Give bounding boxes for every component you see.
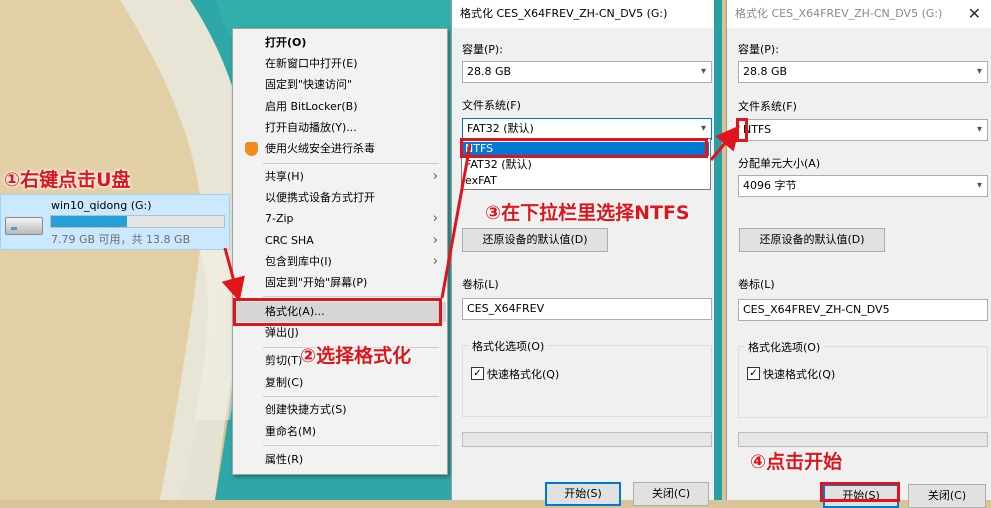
capacity-select[interactable]: 28.8 GB ▾ — [738, 61, 988, 83]
format-progress-bar — [462, 432, 712, 447]
quick-format-checkbox[interactable]: ✓ — [471, 367, 484, 380]
menu-item-properties[interactable]: 属性(R) — [234, 450, 446, 470]
chevron-right-icon: › — [432, 254, 438, 269]
chevron-right-icon: › — [432, 233, 438, 248]
drive-name: win10_qidong (G:) — [51, 199, 152, 212]
menu-item-share[interactable]: 共享(H) › — [234, 167, 446, 187]
format-dialog-2: 格式化 CES_X64FREV_ZH-CN_DV5 (G:) ✕ 容量(P): … — [726, 0, 991, 508]
volume-label-label: 卷标(L) — [462, 278, 499, 291]
capacity-select[interactable]: 28.8 GB ▾ — [462, 61, 712, 83]
volume-label-input[interactable]: CES_X64FREV_ZH-CN_DV5 — [738, 299, 988, 321]
filesystem-value: FAT32 (默认) — [467, 122, 534, 135]
dialog-title: 格式化 CES_X64FREV_ZH-CN_DV5 (G:) — [452, 0, 714, 28]
menu-item-pin-start[interactable]: 固定到"开始"屏幕(P) — [234, 273, 446, 293]
quick-format-label: 快速格式化(Q) — [487, 368, 560, 381]
format-dialog-1: 格式化 CES_X64FREV_ZH-CN_DV5 (G:) 容量(P): 28… — [451, 0, 714, 506]
menu-item-label: 7-Zip — [265, 212, 294, 225]
close-button[interactable]: 关闭(C) — [633, 482, 709, 506]
start-button[interactable]: 开始(S) — [545, 482, 621, 506]
group-title: 格式化选项(O) — [745, 339, 824, 355]
dialog-title-text: 格式化 CES_X64FREV_ZH-CN_DV5 (G:) — [735, 7, 943, 20]
drive-free-space: 7.79 GB 可用，共 13.8 GB — [51, 233, 191, 246]
highlight-ntfs-option — [460, 138, 708, 158]
allocation-unit-value: 4096 字节 — [743, 179, 797, 192]
group-title: 格式化选项(O) — [469, 338, 548, 354]
dialog-title: 格式化 CES_X64FREV_ZH-CN_DV5 (G:) ✕ — [727, 0, 991, 28]
menu-item-create-shortcut[interactable]: 创建快捷方式(S) — [234, 400, 446, 420]
chevron-down-icon: ▾ — [700, 123, 706, 134]
menu-item-label: CRC SHA — [265, 234, 314, 247]
usb-drive-tile[interactable]: win10_qidong (G:) 7.79 GB 可用，共 13.8 GB — [0, 194, 230, 250]
menu-item-open[interactable]: 打开(O) — [234, 33, 446, 53]
shield-icon — [245, 142, 258, 156]
drive-usage-bar — [50, 215, 225, 228]
menu-separator — [263, 445, 439, 446]
format-options-group: 格式化选项(O) — [738, 339, 988, 418]
annotation-step2: ②选择格式化 — [300, 345, 412, 367]
menu-item-7zip[interactable]: 7-Zip › — [234, 209, 446, 229]
menu-item-autoplay[interactable]: 打开自动播放(Y)... — [234, 118, 446, 138]
capacity-label: 容量(P): — [738, 43, 779, 56]
menu-separator — [263, 396, 439, 397]
menu-item-copy[interactable]: 复制(C) — [234, 373, 446, 393]
menu-item-bitlocker[interactable]: 启用 BitLocker(B) — [234, 97, 446, 117]
menu-item-label: 使用火绒安全进行杀毒 — [265, 142, 375, 155]
annotation-step4: ④点击开始 — [750, 451, 843, 473]
menu-item-pin-quick-access[interactable]: 固定到"快速访问" — [234, 75, 446, 95]
highlight-format-menu — [233, 298, 442, 326]
restore-defaults-button[interactable]: 还原设备的默认值(D) — [739, 228, 885, 252]
annotation-step1: ①右键点击U盘 — [4, 169, 131, 191]
capacity-value: 28.8 GB — [467, 65, 512, 78]
chevron-right-icon: › — [432, 169, 438, 184]
volume-label-input[interactable]: CES_X64FREV — [462, 298, 712, 320]
close-button[interactable]: 关闭(C) — [908, 484, 986, 508]
chevron-right-icon: › — [432, 211, 438, 226]
highlight-ntfs-value — [736, 118, 748, 142]
annotation-step3: ③在下拉栏里选择NTFS — [485, 202, 690, 224]
volume-label-label: 卷标(L) — [738, 278, 775, 291]
capacity-value: 28.8 GB — [743, 65, 788, 78]
chevron-down-icon: ▾ — [700, 66, 706, 77]
menu-item-crc-sha[interactable]: CRC SHA › — [234, 231, 446, 251]
menu-item-open-new-window[interactable]: 在新窗口中打开(E) — [234, 54, 446, 74]
drive-icon — [5, 217, 43, 235]
format-progress-bar — [738, 432, 988, 447]
chevron-down-icon: ▾ — [976, 124, 982, 135]
option-fat32[interactable]: FAT32 (默认) — [463, 158, 709, 172]
close-icon[interactable]: ✕ — [968, 0, 981, 28]
filesystem-label: 文件系统(F) — [738, 100, 797, 113]
menu-item-include-library[interactable]: 包含到库中(I) › — [234, 252, 446, 272]
restore-defaults-button[interactable]: 还原设备的默认值(D) — [462, 228, 608, 252]
menu-separator — [263, 296, 439, 297]
context-menu: 打开(O) 在新窗口中打开(E) 固定到"快速访问" 启用 BitLocker(… — [232, 28, 448, 475]
capacity-label: 容量(P): — [462, 43, 503, 56]
menu-item-eject[interactable]: 弹出(J) — [234, 323, 446, 343]
menu-item-portable-device[interactable]: 以便携式设备方式打开 — [234, 188, 446, 208]
quick-format-label: 快速格式化(Q) — [763, 368, 836, 381]
menu-item-label: 共享(H) — [265, 170, 304, 183]
option-exfat[interactable]: exFAT — [463, 174, 709, 188]
chevron-down-icon: ▾ — [976, 180, 982, 191]
filesystem-select[interactable]: NTFS ▾ — [738, 119, 988, 141]
menu-item-huorong-scan[interactable]: 使用火绒安全进行杀毒 — [234, 139, 446, 159]
filesystem-select[interactable]: FAT32 (默认) ▾ — [462, 118, 712, 140]
filesystem-label: 文件系统(F) — [462, 99, 521, 112]
menu-item-rename[interactable]: 重命名(M) — [234, 422, 446, 442]
highlight-start-button — [820, 482, 900, 502]
allocation-unit-label: 分配单元大小(A) — [738, 157, 821, 170]
menu-separator — [263, 163, 439, 164]
menu-item-label: 包含到库中(I) — [265, 255, 332, 268]
allocation-unit-select[interactable]: 4096 字节 ▾ — [738, 175, 988, 197]
chevron-down-icon: ▾ — [976, 66, 982, 77]
quick-format-checkbox[interactable]: ✓ — [747, 367, 760, 380]
